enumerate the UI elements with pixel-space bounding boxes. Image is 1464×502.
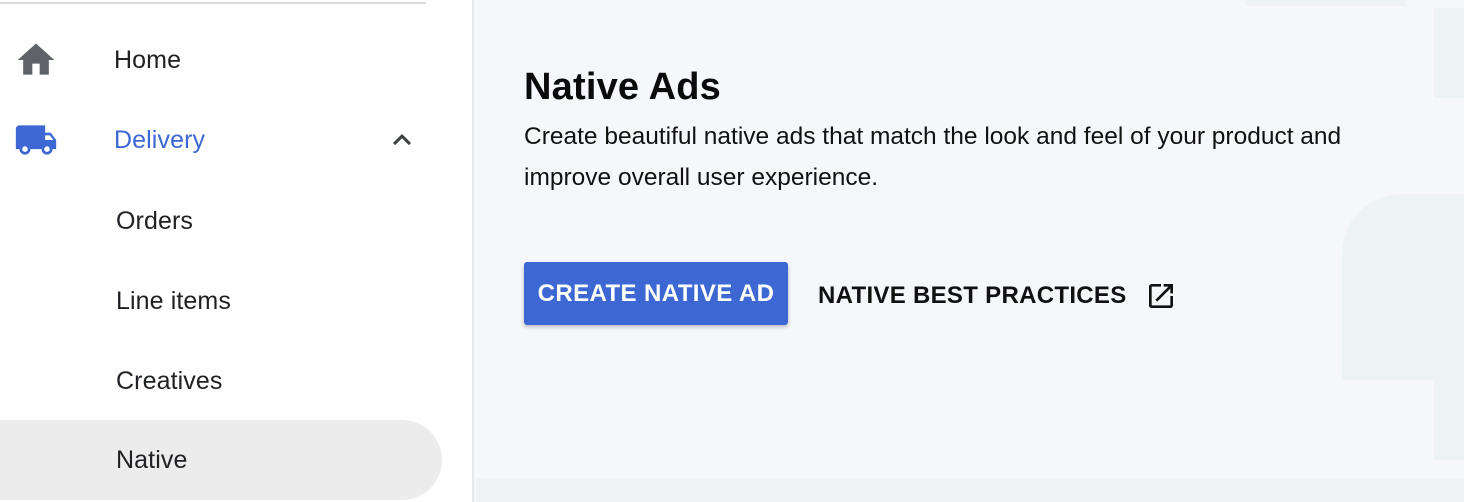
sidebar-item-line-items[interactable]: Line items: [0, 261, 442, 341]
sidebar-item-label: Native: [116, 445, 188, 474]
sidebar-item-label: Delivery: [114, 125, 206, 154]
create-native-ad-button[interactable]: CREATE NATIVE AD: [524, 262, 788, 325]
page-description: Create beautiful native ads that match t…: [524, 123, 1342, 191]
sidebar-item-label: Line items: [116, 286, 231, 315]
app-root: Home Delivery Orders Line items Creative…: [0, 0, 1464, 502]
sidebar-divider: [0, 2, 426, 4]
page-title: Native Ads: [524, 66, 721, 108]
truck-icon: [14, 118, 58, 162]
open-in-new-icon: [1145, 280, 1177, 312]
native-best-practices-link[interactable]: NATIVE BEST PRACTICES: [818, 270, 1177, 322]
decorative-shape: [1246, 0, 1406, 6]
sidebar-item-label: Home: [114, 45, 182, 74]
bottom-strip: [476, 478, 1464, 502]
sidebar-item-label: Creatives: [116, 366, 223, 395]
sidebar-item-label: Orders: [116, 206, 194, 235]
sidebar-item-orders[interactable]: Orders: [0, 181, 442, 261]
chevron-up-icon[interactable]: [384, 122, 420, 158]
main-content: Native Ads Create beautiful native ads t…: [476, 0, 1464, 478]
decorative-shape: [1342, 194, 1464, 380]
sidebar-item-native[interactable]: Native: [0, 420, 442, 500]
home-icon: [14, 38, 58, 82]
sidebar-item-delivery[interactable]: Delivery: [0, 100, 442, 180]
decorative-shape: [1434, 380, 1464, 460]
sidebar-item-creatives[interactable]: Creatives: [0, 341, 442, 421]
native-best-practices-label: NATIVE BEST PRACTICES: [818, 282, 1127, 309]
sidebar-item-home[interactable]: Home: [0, 20, 442, 100]
sidebar: Home Delivery Orders Line items Creative…: [0, 0, 474, 502]
decorative-shape: [1434, 8, 1464, 98]
